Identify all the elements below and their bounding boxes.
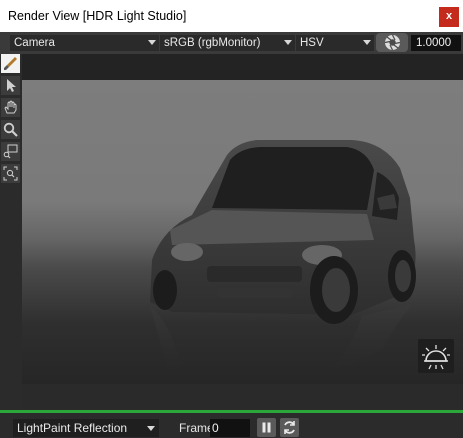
- zoom-region-icon: [3, 144, 18, 159]
- render-canvas[interactable]: [22, 80, 463, 384]
- tool-strip: [0, 54, 22, 412]
- chevron-down-icon: [363, 40, 371, 45]
- color-space-value: sRGB (rgbMonitor): [164, 37, 261, 49]
- refresh-button[interactable]: [280, 418, 299, 437]
- zoom-fit-tool-button[interactable]: [1, 164, 20, 183]
- zoom-magnifier-icon: [3, 122, 18, 137]
- select-tool-button[interactable]: [1, 76, 20, 95]
- viewport-margin-bottom: [22, 384, 463, 410]
- close-button[interactable]: x: [439, 7, 459, 27]
- refresh-icon: [284, 421, 295, 434]
- window-title: Render View [HDR Light Studio]: [8, 9, 187, 23]
- view-mode-select[interactable]: Camera: [10, 35, 159, 51]
- light-preview-button[interactable]: [418, 339, 454, 373]
- car-render-image: [150, 140, 416, 384]
- pause-button[interactable]: [257, 418, 276, 437]
- chevron-down-icon: [284, 40, 292, 45]
- viewport-margin-top: [22, 54, 463, 80]
- chevron-down-icon: [148, 40, 156, 45]
- exposure-input[interactable]: 1.0000: [411, 35, 461, 51]
- aperture-icon: [384, 34, 401, 51]
- frame-input[interactable]: 0: [210, 419, 250, 437]
- exposure-button[interactable]: [376, 33, 408, 52]
- color-model-select[interactable]: HSV: [296, 35, 374, 51]
- pause-icon: [262, 422, 271, 433]
- light-dome-icon: [422, 345, 450, 370]
- paint-tool-button[interactable]: [1, 54, 20, 73]
- select-arrow-icon: [7, 79, 16, 92]
- zoom-fit-icon: [3, 166, 18, 181]
- status-bar: LightPaint Reflection Frame 0: [0, 410, 463, 438]
- pan-hand-icon: [4, 100, 17, 114]
- paint-brush-icon: [4, 57, 17, 70]
- paint-mode-value: LightPaint Reflection: [17, 421, 128, 435]
- zoom-tool-button[interactable]: [1, 120, 20, 139]
- title-bar: Render View [HDR Light Studio] x: [0, 0, 463, 32]
- zoom-region-tool-button[interactable]: [1, 142, 20, 161]
- pan-tool-button[interactable]: [1, 98, 20, 117]
- chevron-down-icon: [147, 426, 155, 431]
- color-model-value: HSV: [300, 37, 324, 49]
- frame-label: Frame: [179, 421, 214, 435]
- paint-mode-select[interactable]: LightPaint Reflection: [13, 419, 159, 437]
- color-space-select[interactable]: sRGB (rgbMonitor): [160, 35, 295, 51]
- view-mode-value: Camera: [14, 37, 55, 49]
